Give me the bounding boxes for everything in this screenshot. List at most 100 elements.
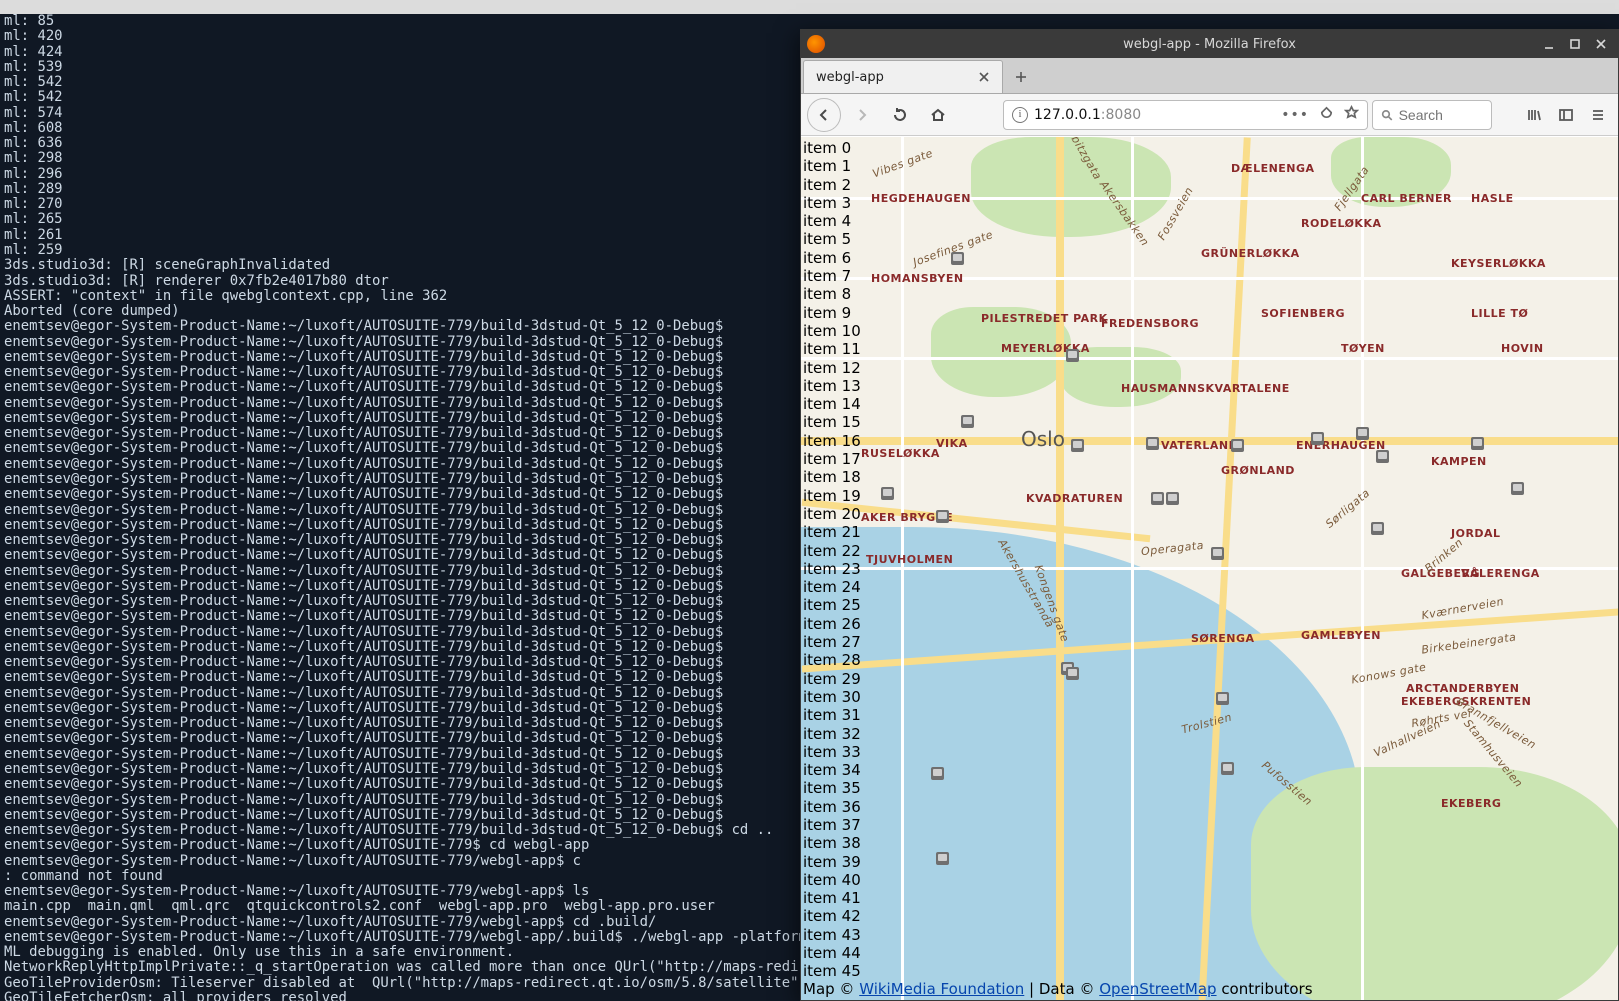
list-item: item 3 [803,194,861,212]
list-item: item 45 [803,962,861,980]
tab-close-icon[interactable] [976,69,992,85]
list-item: item 15 [803,413,861,431]
list-item: item 34 [803,761,861,779]
transit-stop-icon [931,767,944,780]
map-place-label: GRØNLAND [1221,464,1295,477]
attribution-link-wikimedia[interactable]: WikiMedia Foundation [859,980,1024,998]
transit-stop-icon [1511,482,1524,495]
transit-stop-icon [1146,437,1159,450]
page-actions-icon[interactable]: ••• [1281,107,1309,123]
map-place-label: KVADRATUREN [1026,492,1123,505]
minimize-button[interactable] [1536,30,1562,58]
transit-stop-icon [1066,349,1079,362]
transit-stop-icon [1216,692,1229,705]
map-place-label: VÅLERENGA [1461,567,1540,580]
transit-stop-icon [1231,439,1244,452]
search-icon [1381,108,1393,122]
map-place-label: LILLE TØ [1471,307,1528,320]
bookmark-star-icon[interactable] [1344,105,1359,124]
transit-stop-icon [936,852,949,865]
list-item: item 43 [803,926,861,944]
list-item: item 23 [803,560,861,578]
transit-stop-icon [961,415,974,428]
list-item: item 29 [803,670,861,688]
transit-stop-icon [951,252,964,265]
list-item: item 20 [803,505,861,523]
map-street-label: Birkebeinergata [1421,630,1517,656]
list-item: item 35 [803,779,861,797]
firefox-titlebar[interactable]: webgl-app - Mozilla Firefox [801,30,1618,58]
map-place-label: GRÜNERLØKKA [1201,247,1300,260]
map-place-label: VATERLAND [1161,439,1238,452]
list-item: item 37 [803,816,861,834]
attribution-link-osm[interactable]: OpenStreetMap [1099,980,1216,998]
map-place-label: EKEBERG [1441,797,1501,810]
transit-stop-icon [1071,439,1084,452]
list-item: item 19 [803,487,861,505]
transit-stop-icon [1066,667,1079,680]
url-bar[interactable]: i 127.0.0.1:8080 ••• [1003,100,1368,130]
tab-webgl-app[interactable]: webgl-app [803,60,1003,93]
forward-button[interactable] [845,98,879,132]
list-item: item 39 [803,853,861,871]
site-info-icon[interactable]: i [1012,107,1028,123]
list-item: item 31 [803,706,861,724]
map-street-label: Sørligata [1323,486,1372,530]
transit-stop-icon [936,510,949,523]
map-place-label: HOMANSBYEN [871,272,964,285]
map-place-label: RODELØKKA [1301,217,1382,230]
list-item: item 2 [803,176,861,194]
map-place-label: HEGDEHAUGEN [871,192,971,205]
map-canvas[interactable]: Oslo HEGDEHAUGENHOMANSBYENDÆLENENGACARL … [801,137,1618,1000]
list-item: item 18 [803,468,861,486]
new-tab-button[interactable] [1003,60,1039,93]
list-item: item 14 [803,395,861,413]
transit-stop-icon [1151,492,1164,505]
map-place-label: ARCTANDERBYEN [1406,682,1520,695]
reload-button[interactable] [883,98,917,132]
search-box[interactable] [1372,100,1492,130]
close-button[interactable] [1588,30,1614,58]
map-place-label: FREDENSBORG [1101,317,1199,330]
list-item: item 4 [803,212,861,230]
desktop-top-bar [0,0,1619,14]
map-place-label: HASLE [1471,192,1514,205]
map-place-label: KEYSERLØKKA [1451,257,1546,270]
list-item: item 17 [803,450,861,468]
list-item: item 41 [803,889,861,907]
library-icon[interactable] [1520,100,1548,130]
list-item: item 1 [803,157,861,175]
list-item: item 30 [803,688,861,706]
back-button[interactable] [807,98,841,132]
tab-label: webgl-app [816,70,976,85]
list-item: item 9 [803,304,861,322]
map-place-label: TØYEN [1341,342,1385,355]
transit-stop-icon [1311,432,1324,445]
reader-mode-icon[interactable] [1319,105,1334,124]
url-text: 127.0.0.1:8080 [1034,107,1275,123]
transit-stop-icon [1166,492,1179,505]
sidebar-icon[interactable] [1552,100,1580,130]
list-item: item 25 [803,596,861,614]
list-item: item 6 [803,249,861,267]
map-place-label: SOFIENBERG [1261,307,1345,320]
list-item: item 16 [803,432,861,450]
map-place-label: CARL BERNER [1361,192,1452,205]
transit-stop-icon [1221,762,1234,775]
maximize-button[interactable] [1562,30,1588,58]
search-input[interactable] [1399,107,1483,123]
map-place-label: HAUSMANNSKVARTALENE [1121,382,1290,395]
map-place-label: SØRENGA [1191,632,1255,645]
list-item: item 38 [803,834,861,852]
transit-stop-icon [1471,437,1484,450]
hamburger-menu-icon[interactable] [1584,100,1612,130]
home-button[interactable] [921,98,955,132]
map-place-label: DÆLENENGA [1231,162,1315,175]
transit-stop-icon [881,487,894,500]
page-content: Oslo HEGDEHAUGENHOMANSBYENDÆLENENGACARL … [801,137,1618,1000]
map-street-label: Valhallveien [1372,717,1443,759]
list-item: item 40 [803,871,861,889]
tab-strip: webgl-app [801,58,1618,94]
list-item: item 0 [803,139,861,157]
list-item: item 7 [803,267,861,285]
